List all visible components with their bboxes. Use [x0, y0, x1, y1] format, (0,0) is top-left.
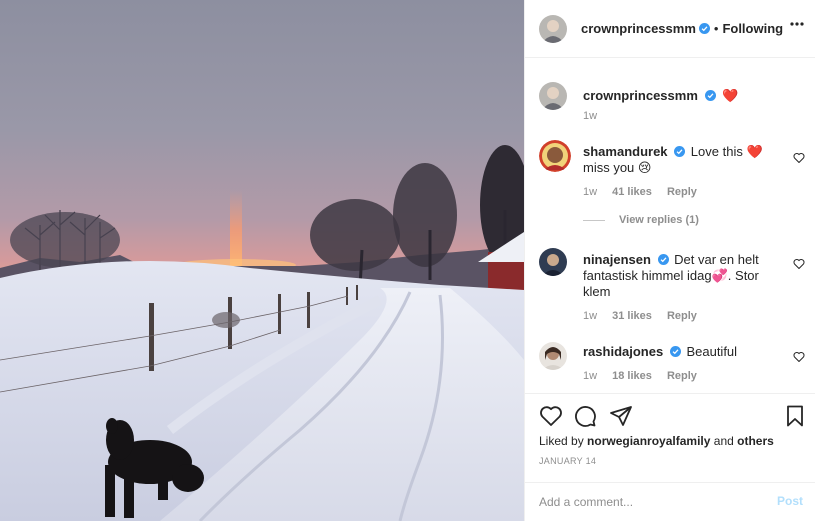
comment-input[interactable]: [539, 492, 759, 512]
comment-body: rashidajones Beautiful: [583, 344, 791, 360]
caption-avatar[interactable]: [539, 82, 567, 110]
comment-likes[interactable]: 41 likes: [612, 186, 652, 198]
caption-text: ❤️: [722, 88, 739, 103]
caption-meta: 1w: [583, 110, 609, 122]
following-button[interactable]: Following: [722, 21, 783, 36]
post-image[interactable]: [0, 0, 524, 521]
post-header: crownprincessmm • Following: [525, 0, 815, 58]
caption: crownprincessmm ❤️ 1w: [539, 82, 805, 142]
verified-badge-icon: [669, 346, 681, 357]
comment-body: shamandurek Love this ❤️miss you 😢: [583, 144, 783, 176]
comment-text: Beautiful: [686, 344, 738, 359]
like-comment-heart-icon[interactable]: [793, 258, 805, 269]
more-options-icon[interactable]: [790, 22, 804, 26]
commenter-avatar[interactable]: [539, 342, 567, 370]
comment-item: ninajensen Det var en helt fantastisk hi…: [539, 248, 805, 328]
comment-username[interactable]: shamandurek: [583, 144, 668, 159]
heart-icon[interactable]: [539, 404, 563, 428]
reply-button[interactable]: Reply: [667, 310, 697, 322]
liked-by-others[interactable]: others: [737, 434, 774, 448]
comments-list: crownprincessmm ❤️ 1w shamandurek Love t…: [525, 58, 815, 393]
like-comment-heart-icon[interactable]: [793, 152, 805, 163]
post-sidebar: crownprincessmm • Following crownprinces…: [524, 0, 815, 521]
caption-username[interactable]: crownprincessmm: [583, 88, 698, 103]
liked-by-prefix: Liked by: [539, 434, 584, 448]
liked-by-user[interactable]: norwegianroyalfamily: [587, 434, 710, 448]
comment-username[interactable]: rashidajones: [583, 344, 663, 359]
reply-button[interactable]: Reply: [667, 186, 697, 198]
comment-meta: 1w 41 likes Reply: [583, 186, 709, 198]
comment-item: rashidajones Beautiful 1w 18 likes Reply: [539, 342, 805, 392]
author-username[interactable]: crownprincessmm: [581, 21, 696, 36]
comment-meta: 1w 31 likes Reply: [583, 310, 709, 322]
comment-icon[interactable]: [573, 404, 597, 428]
verified-badge-icon: [698, 23, 710, 34]
comment-likes[interactable]: 18 likes: [612, 370, 652, 382]
replies-divider: [583, 219, 605, 221]
comment-composer: Post: [525, 482, 815, 521]
post-comment-button[interactable]: Post: [777, 494, 803, 508]
view-replies-label[interactable]: View replies (1): [619, 214, 699, 226]
caption-body: crownprincessmm ❤️: [583, 88, 791, 104]
like-comment-heart-icon[interactable]: [793, 351, 805, 362]
verified-badge-icon: [657, 254, 669, 265]
separator-dot: •: [713, 21, 719, 36]
reply-button[interactable]: Reply: [667, 370, 697, 382]
comment-body: ninajensen Det var en helt fantastisk hi…: [583, 252, 788, 300]
comment-likes[interactable]: 31 likes: [612, 310, 652, 322]
liked-by-conj: and: [713, 434, 734, 448]
share-icon[interactable]: [609, 404, 633, 428]
comment-username[interactable]: ninajensen: [583, 252, 651, 267]
comment-time[interactable]: 1w: [583, 186, 597, 198]
comment-meta: 1w 18 likes Reply: [583, 370, 709, 382]
likes-summary: Liked by norwegianroyalfamily and others: [539, 434, 774, 448]
verified-badge-icon: [674, 146, 686, 157]
commenter-avatar[interactable]: [539, 140, 571, 172]
post-actions: Liked by norwegianroyalfamily and others…: [525, 393, 815, 483]
post-date[interactable]: JANUARY 14: [539, 456, 596, 466]
comment-time[interactable]: 1w: [583, 370, 597, 382]
comment-time[interactable]: 1w: [583, 310, 597, 322]
commenter-avatar[interactable]: [539, 248, 567, 276]
view-replies-button[interactable]: View replies (1): [583, 214, 699, 226]
caption-time[interactable]: 1w: [583, 110, 597, 122]
author-avatar[interactable]: [539, 14, 567, 43]
verified-badge-icon: [704, 90, 716, 101]
bookmark-icon[interactable]: [783, 404, 807, 428]
